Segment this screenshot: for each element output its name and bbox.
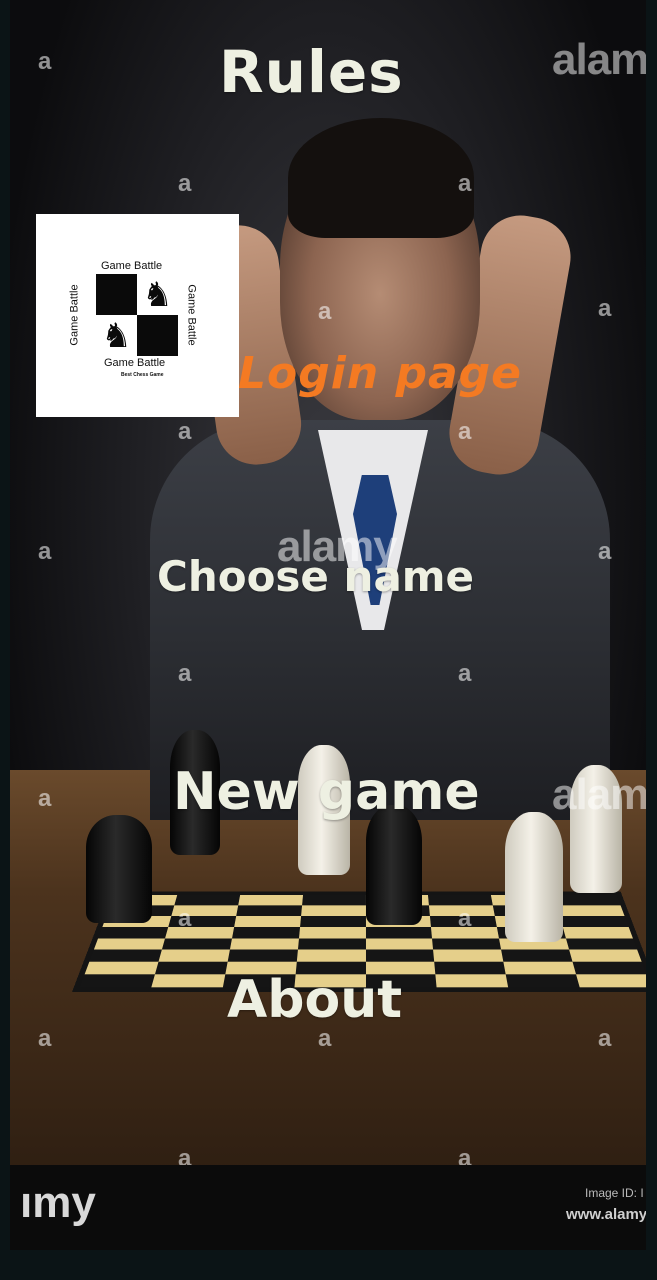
logo-square-light: ♞ (137, 274, 178, 315)
board-square (505, 974, 580, 988)
watermark: a (178, 905, 192, 932)
board-square (553, 894, 621, 906)
board-square (229, 938, 299, 950)
watermark: a (458, 905, 472, 932)
logo-square-light: ♞ (96, 315, 137, 356)
logo-tagline: Best Chess Game (121, 372, 164, 378)
board-square (89, 949, 162, 962)
logo-square-dark (96, 274, 137, 315)
knight-icon: ♞ (142, 274, 173, 315)
board-square (365, 949, 435, 962)
board-square (233, 915, 301, 927)
watermark: a (598, 538, 612, 565)
black-piece (366, 805, 422, 925)
board-square (158, 949, 230, 962)
watermark-brand: alamy (552, 35, 646, 84)
board-square (576, 974, 646, 988)
board-square (296, 949, 366, 962)
logo-square-dark (137, 315, 178, 356)
board-square (298, 926, 366, 939)
white-piece (505, 812, 563, 942)
watermark-footer-brand: ımy (20, 1178, 96, 1227)
board-square (79, 974, 155, 988)
about-link[interactable]: About (227, 970, 402, 1030)
watermark: a (38, 48, 52, 75)
bottom-margin (0, 1250, 657, 1280)
watermark: a (178, 418, 192, 445)
new-game-link[interactable]: New game (173, 762, 480, 822)
board-square (237, 894, 303, 906)
board-square (559, 915, 629, 927)
board-square (301, 894, 366, 906)
board-square (556, 905, 625, 916)
watermark-url: www.alamy (566, 1206, 646, 1223)
choose-name-link[interactable]: Choose name (157, 552, 474, 601)
watermark: a (458, 418, 472, 445)
board-square (365, 926, 433, 939)
watermark: a (178, 170, 192, 197)
board-square (154, 961, 228, 975)
board-square (231, 926, 300, 939)
board-square (174, 894, 240, 906)
watermark: a (38, 785, 52, 812)
board-square (434, 961, 506, 975)
board-square (84, 961, 159, 975)
board-square (236, 905, 302, 916)
watermark: a (38, 538, 52, 565)
app-screen: a a a a a a a a a a a a a a a a a a a al… (10, 0, 646, 1250)
board-square (435, 974, 509, 988)
watermark: a (318, 298, 332, 325)
watermark: a (598, 295, 612, 322)
watermark: a (458, 660, 472, 687)
board-square (432, 938, 502, 950)
background-photo (10, 0, 646, 1250)
logo-label-left: Game Battle (68, 284, 81, 346)
login-page-link[interactable]: Login page (238, 348, 522, 399)
watermark: a (178, 660, 192, 687)
watermark: a (38, 1025, 52, 1052)
watermark-image-id: Image ID: I (585, 1186, 644, 1200)
board-square (164, 926, 234, 939)
watermark: a (598, 1025, 612, 1052)
board-square (572, 961, 646, 975)
board-square (569, 949, 642, 962)
board-square (433, 949, 504, 962)
logo-board: ♞ ♞ (96, 274, 178, 356)
board-square (365, 938, 434, 950)
player-hair (288, 118, 474, 238)
app-logo: Game Battle Game Battle Game Battle Game… (36, 214, 239, 417)
board-square (297, 938, 366, 950)
board-square (151, 974, 226, 988)
board-square (299, 915, 366, 927)
watermark-brand: alamy (552, 770, 646, 819)
watermark: a (458, 170, 472, 197)
board-square (566, 938, 638, 950)
knight-icon: ♞ (101, 315, 132, 356)
board-square (501, 949, 573, 962)
board-square (300, 905, 366, 916)
rules-link[interactable]: Rules (219, 38, 404, 106)
logo-label-bottom: Game Battle (104, 357, 166, 369)
board-square (503, 961, 577, 975)
logo-label-right: Game Battle (185, 284, 198, 346)
board-square (161, 938, 232, 950)
board-square (227, 949, 298, 962)
board-square (98, 926, 169, 939)
logo-label-top: Game Battle (101, 260, 163, 272)
board-square (562, 926, 633, 939)
black-piece (86, 815, 152, 923)
board-square (428, 894, 494, 906)
board-square (93, 938, 165, 950)
watermark-footer-bar (10, 1165, 646, 1250)
